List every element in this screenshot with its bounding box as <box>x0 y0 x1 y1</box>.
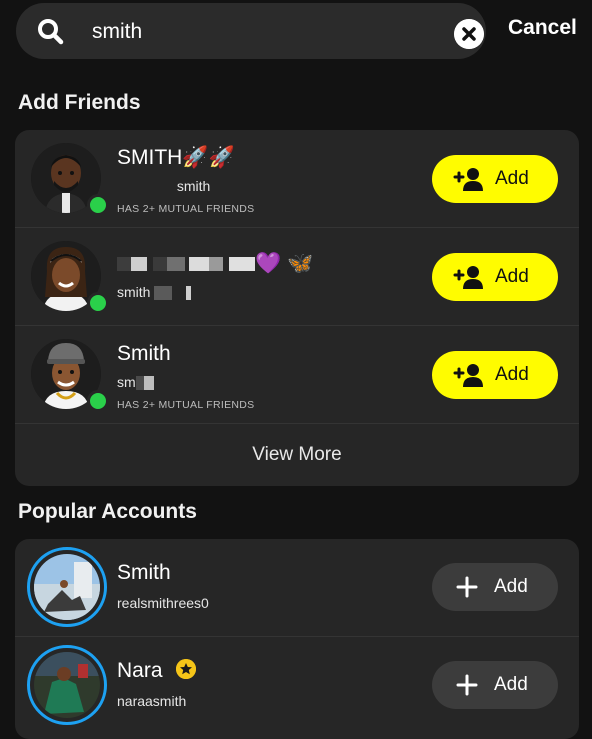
redaction-block <box>135 376 144 391</box>
search-bar: smith Cancel <box>0 0 592 64</box>
add-button-label: Add <box>495 266 529 287</box>
account-name-text: Nara <box>117 659 163 682</box>
account-name: Smith <box>117 561 171 584</box>
add-friend-icon <box>453 168 483 191</box>
story-ring <box>27 645 107 725</box>
add-friends-card: SMITH🚀🚀 smith HAS 2+ MUTUAL FRIENDS Add <box>15 130 579 486</box>
add-account-button[interactable]: Add <box>432 661 558 709</box>
star-badge-icon <box>176 659 197 680</box>
plus-icon <box>456 674 478 696</box>
add-button-label: Add <box>494 576 528 597</box>
friend-name-emoji: 💜 🦋 <box>255 252 314 275</box>
account-row[interactable]: Nara naraasmith Add <box>15 637 579 739</box>
friend-username-text: smith <box>176 178 211 194</box>
friend-username: smith <box>117 178 210 194</box>
redaction-block <box>186 286 192 301</box>
clear-search-icon[interactable] <box>454 19 484 49</box>
friend-name: 💜 🦋 <box>117 252 313 276</box>
redaction-block <box>154 286 173 301</box>
add-friend-icon <box>453 364 483 387</box>
redaction-block <box>153 257 167 272</box>
add-friend-icon <box>453 266 483 289</box>
cancel-button[interactable]: Cancel <box>508 16 577 40</box>
friend-name-text: SMITH <box>117 146 183 169</box>
friend-username-text: smith <box>117 284 151 300</box>
account-name: Nara <box>117 659 197 683</box>
friend-username: smith <box>117 284 192 301</box>
search-icon <box>38 19 64 45</box>
plus-icon <box>456 576 478 598</box>
friend-username: sm <box>117 374 154 391</box>
redaction-block <box>131 257 147 272</box>
add-button-label: Add <box>495 364 529 385</box>
add-friends-title: Add Friends <box>18 91 141 114</box>
redaction-block <box>167 257 185 272</box>
add-friend-button[interactable]: Add <box>432 351 558 399</box>
friend-row[interactable]: Smith sm HAS 2+ MUTUAL FRIENDS Add <box>15 326 579 424</box>
online-indicator <box>87 194 109 216</box>
add-friend-button[interactable]: Add <box>432 155 558 203</box>
story-ring <box>27 547 107 627</box>
online-indicator <box>87 292 109 314</box>
add-account-button[interactable]: Add <box>432 563 558 611</box>
account-row[interactable]: Smith realsmithrees0 Add <box>15 539 579 637</box>
redaction-block <box>189 257 209 272</box>
popular-accounts-card: Smith realsmithrees0 Add Nara naraasmith… <box>15 539 579 739</box>
online-indicator <box>87 390 109 412</box>
add-button-label: Add <box>495 168 529 189</box>
redaction-block <box>143 376 154 391</box>
add-button-label: Add <box>494 674 528 695</box>
redaction-block <box>117 180 173 194</box>
friend-username-text: sm <box>117 374 136 390</box>
friend-row[interactable]: 💜 🦋 smith Add <box>15 228 579 326</box>
redaction-block <box>209 257 223 272</box>
friend-name: SMITH🚀🚀 <box>117 146 235 170</box>
popular-accounts-title: Popular Accounts <box>18 500 197 523</box>
friend-row[interactable]: SMITH🚀🚀 smith HAS 2+ MUTUAL FRIENDS Add <box>15 130 579 228</box>
avatar <box>34 554 100 620</box>
search-input[interactable]: smith <box>92 20 142 44</box>
account-username: realsmithrees0 <box>117 595 209 611</box>
mutual-friends-label: HAS 2+ MUTUAL FRIENDS <box>117 203 255 215</box>
friend-name-emoji: 🚀🚀 <box>182 146 235 169</box>
account-username: naraasmith <box>117 693 187 709</box>
redaction-block <box>229 257 255 272</box>
add-friend-button[interactable]: Add <box>432 253 558 301</box>
view-more-button[interactable]: View More <box>15 424 579 486</box>
search-field[interactable]: smith <box>16 3 486 59</box>
mutual-friends-label: HAS 2+ MUTUAL FRIENDS <box>117 399 255 411</box>
avatar <box>34 652 100 718</box>
friend-name: Smith <box>117 342 171 365</box>
redaction-block <box>117 257 131 272</box>
